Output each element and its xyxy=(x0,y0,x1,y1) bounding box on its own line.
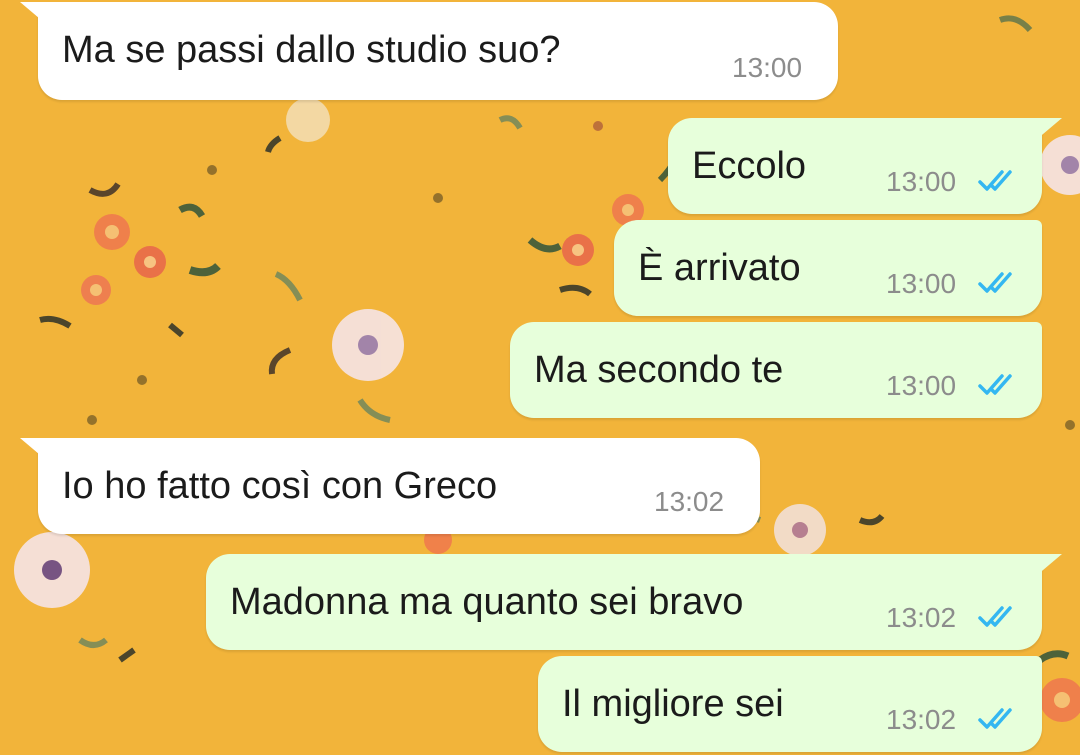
message-text: Ma se passi dallo studio suo? xyxy=(62,29,561,71)
bubble-tail xyxy=(1036,554,1062,576)
message-timestamp: 13:00 xyxy=(732,52,803,83)
message-timestamp: 13:00 xyxy=(886,166,957,197)
message-text: Madonna ma quanto sei bravo xyxy=(230,581,744,623)
double-check-read-icon xyxy=(978,606,1012,627)
message-timestamp: 13:02 xyxy=(886,602,957,633)
message-bubble-outgoing[interactable]: È arrivato 13:00 xyxy=(614,220,1042,316)
message-timestamp: 13:00 xyxy=(886,268,957,299)
message-bubble-outgoing[interactable]: Il migliore sei 13:02 xyxy=(538,656,1042,752)
bubble-tail xyxy=(1036,118,1062,140)
message-text: Io ho fatto così con Greco xyxy=(62,465,498,507)
double-check-read-icon xyxy=(978,374,1012,395)
message-bubble-incoming[interactable]: Ma se passi dallo studio suo? 13:00 xyxy=(38,2,838,100)
message-bubble-outgoing[interactable]: Eccolo 13:00 xyxy=(668,118,1042,214)
message-text: È arrivato xyxy=(638,247,801,289)
message-timestamp: 13:02 xyxy=(886,704,957,735)
message-text: Il migliore sei xyxy=(562,683,784,725)
double-check-read-icon xyxy=(978,170,1012,191)
double-check-read-icon xyxy=(978,272,1012,293)
bubble-tail xyxy=(20,438,46,460)
bubble-tail xyxy=(20,2,46,24)
message-bubble-outgoing[interactable]: Madonna ma quanto sei bravo 13:02 xyxy=(206,554,1042,650)
message-text: Ma secondo te xyxy=(534,349,784,391)
message-text: Eccolo xyxy=(692,145,807,187)
message-bubble-outgoing[interactable]: Ma secondo te 13:00 xyxy=(510,322,1042,418)
message-timestamp: 13:02 xyxy=(654,486,725,517)
double-check-read-icon xyxy=(978,708,1012,729)
message-timestamp: 13:00 xyxy=(886,370,957,401)
message-bubble-incoming[interactable]: Io ho fatto così con Greco 13:02 xyxy=(38,438,760,534)
